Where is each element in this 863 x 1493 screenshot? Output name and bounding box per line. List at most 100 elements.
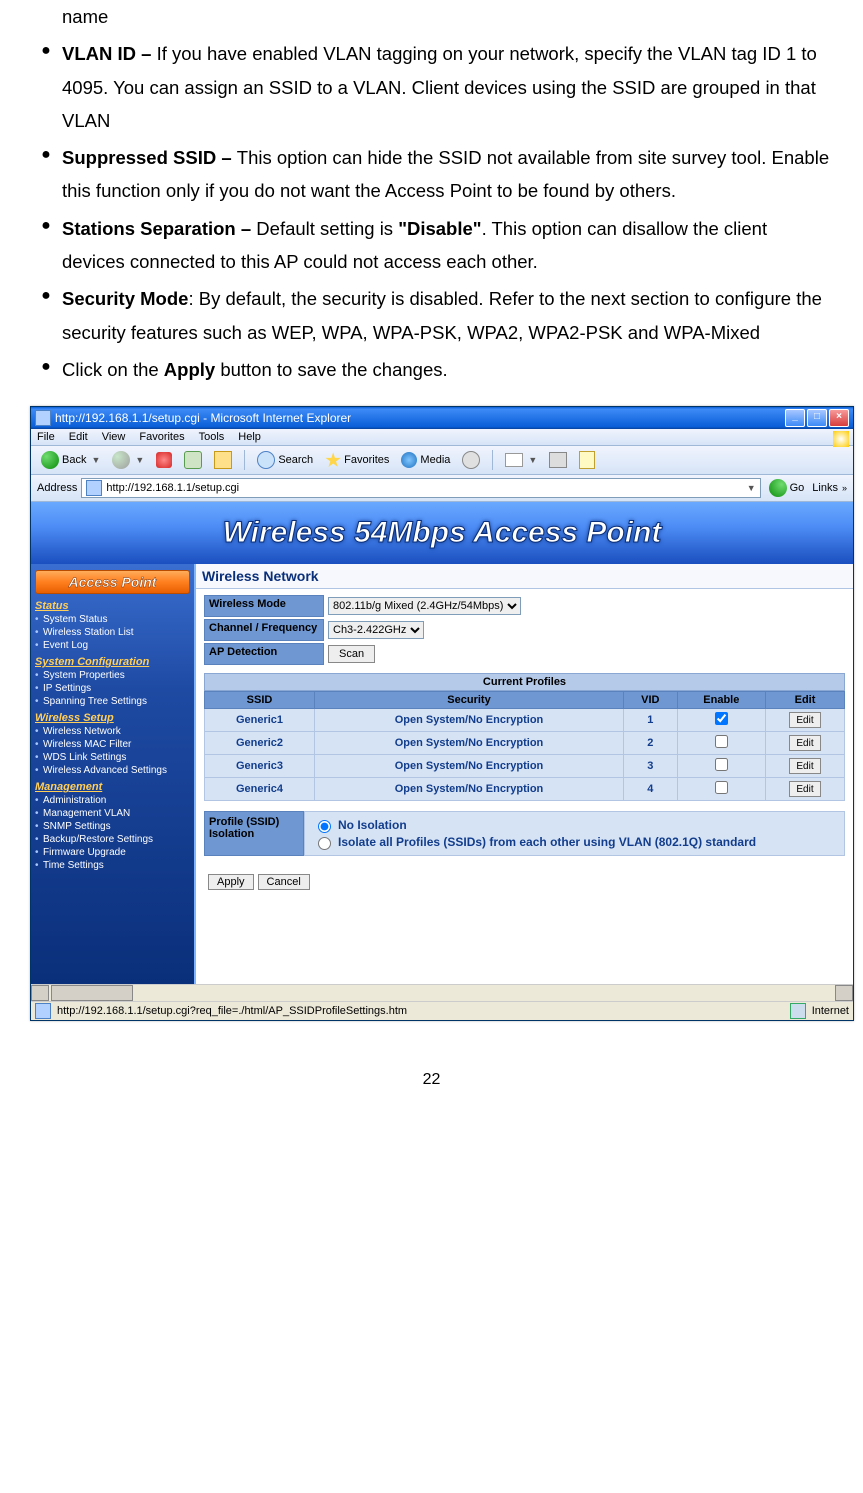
minimize-button[interactable]: _ xyxy=(785,409,805,427)
stop-button[interactable] xyxy=(152,450,176,470)
enable-checkbox[interactable] xyxy=(715,758,728,771)
sidebar-title: Access Point xyxy=(35,570,190,594)
isolation-yes-option[interactable]: Isolate all Profiles (SSIDs) from each o… xyxy=(313,834,836,850)
forward-button[interactable]: ▼ xyxy=(108,449,148,471)
edit-button[interactable]: Edit xyxy=(789,781,820,797)
search-button[interactable]: Search xyxy=(253,449,317,471)
sidebar-item-mac-filter[interactable]: Wireless MAC Filter xyxy=(35,738,190,751)
edit-button[interactable]: Edit xyxy=(789,712,820,728)
th-edit: Edit xyxy=(766,692,845,709)
titlebar[interactable]: http://192.168.1.1/setup.cgi - Microsoft… xyxy=(31,407,853,429)
sidebar-item-wireless-network[interactable]: Wireless Network xyxy=(35,725,190,738)
sidebar-item-event-log[interactable]: Event Log xyxy=(35,639,190,652)
apply-button[interactable]: Apply xyxy=(208,874,254,890)
cancel-button[interactable]: Cancel xyxy=(258,874,310,890)
links-label[interactable]: Links xyxy=(812,482,838,494)
edit-doc-button[interactable] xyxy=(575,449,599,471)
cell-ssid: Generic4 xyxy=(205,778,315,801)
menu-edit[interactable]: Edit xyxy=(69,431,88,443)
dropdown-icon[interactable]: ▼ xyxy=(747,483,756,493)
table-row: Generic1 Open System/No Encryption 1 Edi… xyxy=(205,709,845,732)
maximize-button[interactable]: □ xyxy=(807,409,827,427)
menu-bar: File Edit View Favorites Tools Help xyxy=(31,429,853,446)
sidebar-item-firmware[interactable]: Firmware Upgrade xyxy=(35,846,190,859)
edit-button[interactable]: Edit xyxy=(789,758,820,774)
sidebar-head-status[interactable]: Status xyxy=(35,600,190,612)
isolation-radio-yes[interactable] xyxy=(318,837,331,850)
sidebar-item-system-properties[interactable]: System Properties xyxy=(35,669,190,682)
table-row: Generic3 Open System/No Encryption 3 Edi… xyxy=(205,755,845,778)
scan-button[interactable]: Scan xyxy=(328,645,375,663)
profiles-table: SSID Security VID Enable Edit Generic1 O… xyxy=(204,691,845,801)
history-button[interactable] xyxy=(458,449,484,471)
cell-ssid: Generic2 xyxy=(205,732,315,755)
sidebar-item-ip-settings[interactable]: IP Settings xyxy=(35,682,190,695)
close-button[interactable]: × xyxy=(829,409,849,427)
sidebar-item-advanced[interactable]: Wireless Advanced Settings xyxy=(35,764,190,777)
media-button[interactable]: Media xyxy=(397,450,454,470)
menu-tools[interactable]: Tools xyxy=(199,431,225,443)
mail-button[interactable]: ▼ xyxy=(501,451,541,469)
th-security: Security xyxy=(315,692,624,709)
address-input[interactable]: http://192.168.1.1/setup.cgi ▼ xyxy=(81,478,760,498)
sidebar-item-administration[interactable]: Administration xyxy=(35,794,190,807)
sidebar-item-backup-restore[interactable]: Backup/Restore Settings xyxy=(35,833,190,846)
back-icon xyxy=(41,451,59,469)
home-button[interactable] xyxy=(210,449,236,471)
toolbar: Back▼ ▼ Search Favorites Media ▼ xyxy=(31,446,853,475)
channel-select[interactable]: Ch3-2.422GHz xyxy=(328,621,424,639)
print-button[interactable] xyxy=(545,450,571,470)
cell-ssid: Generic1 xyxy=(205,709,315,732)
sidebar-item-wireless-station-list[interactable]: Wireless Station List xyxy=(35,626,190,639)
isolation-no-option[interactable]: No Isolation xyxy=(313,817,836,833)
go-button[interactable]: Go xyxy=(765,479,809,497)
star-icon xyxy=(325,452,341,468)
horizontal-scrollbar[interactable] xyxy=(31,984,853,1001)
bullet-icon: ● xyxy=(30,141,62,208)
window-title: http://192.168.1.1/setup.cgi - Microsoft… xyxy=(55,411,785,425)
bullet-icon: ● xyxy=(30,212,62,279)
banner-title: Wireless 54Mbps Access Point xyxy=(31,502,853,564)
sidebar-item-spanning-tree[interactable]: Spanning Tree Settings xyxy=(35,695,190,708)
menu-view[interactable]: View xyxy=(102,431,126,443)
internet-zone-icon xyxy=(790,1003,806,1019)
sidebar-head-system-config[interactable]: System Configuration xyxy=(35,656,190,668)
bullet-name-fragment: name xyxy=(62,0,833,33)
cell-ssid: Generic3 xyxy=(205,755,315,778)
edit-button[interactable]: Edit xyxy=(789,735,820,751)
main-pane: Wireless Network Wireless Mode 802.11b/g… xyxy=(196,564,853,984)
sidebar-item-snmp[interactable]: SNMP Settings xyxy=(35,820,190,833)
section-title: Wireless Network xyxy=(196,564,853,589)
refresh-button[interactable] xyxy=(180,449,206,471)
menu-favorites[interactable]: Favorites xyxy=(139,431,184,443)
isolation-label: Profile (SSID) Isolation xyxy=(204,811,304,856)
cell-vid: 3 xyxy=(624,755,678,778)
sidebar-head-wireless-setup[interactable]: Wireless Setup xyxy=(35,712,190,724)
sidebar-item-wds-link[interactable]: WDS Link Settings xyxy=(35,751,190,764)
enable-checkbox[interactable] xyxy=(715,712,728,725)
sidebar-item-system-status[interactable]: System Status xyxy=(35,613,190,626)
sidebar-item-time[interactable]: Time Settings xyxy=(35,859,190,872)
menu-help[interactable]: Help xyxy=(238,431,261,443)
status-text: http://192.168.1.1/setup.cgi?req_file=./… xyxy=(57,1005,407,1017)
scroll-right-icon[interactable] xyxy=(835,985,853,1001)
favorites-button[interactable]: Favorites xyxy=(321,450,393,470)
home-icon xyxy=(214,451,232,469)
scroll-thumb[interactable] xyxy=(51,985,133,1001)
sidebar-item-mgmt-vlan[interactable]: Management VLAN xyxy=(35,807,190,820)
cell-vid: 4 xyxy=(624,778,678,801)
page-icon xyxy=(86,480,102,496)
isolation-radio-no[interactable] xyxy=(318,820,331,833)
bullet-security-mode: Security Mode: By default, the security … xyxy=(62,282,833,349)
scroll-left-icon[interactable] xyxy=(31,985,49,1001)
menu-file[interactable]: File xyxy=(37,431,55,443)
wireless-mode-select[interactable]: 802.11b/g Mixed (2.4GHz/54Mbps) xyxy=(328,597,521,615)
enable-checkbox[interactable] xyxy=(715,781,728,794)
search-icon xyxy=(257,451,275,469)
enable-checkbox[interactable] xyxy=(715,735,728,748)
sidebar-head-management[interactable]: Management xyxy=(35,781,190,793)
wireless-mode-label: Wireless Mode xyxy=(204,595,324,617)
bullet-icon: ● xyxy=(30,282,62,349)
ie-logo-icon xyxy=(833,431,849,447)
back-button[interactable]: Back▼ xyxy=(37,449,104,471)
